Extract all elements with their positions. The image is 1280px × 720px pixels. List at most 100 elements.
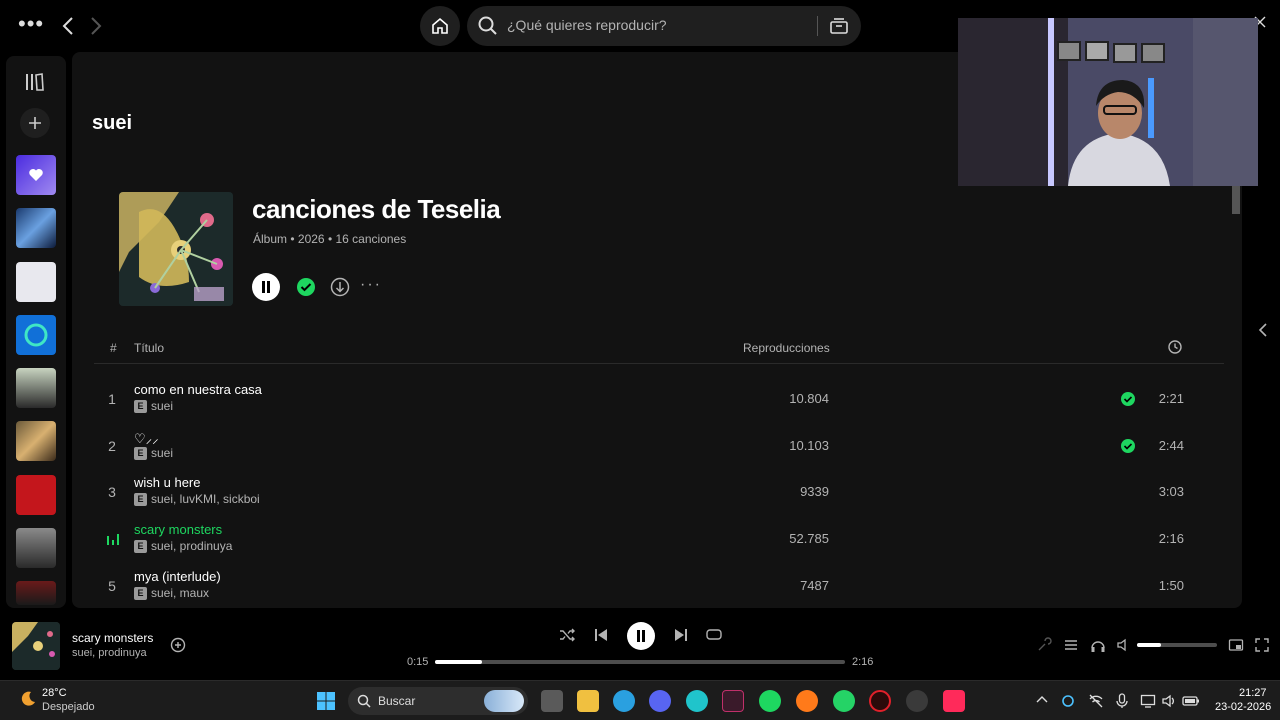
app-icon[interactable] (722, 690, 744, 712)
taskbar-search[interactable]: Buscar (348, 687, 528, 715)
battery-icon[interactable] (1182, 693, 1200, 709)
progress-bar[interactable] (435, 660, 845, 664)
back-arrow-icon[interactable] (58, 12, 78, 40)
search-placeholder: ¿Qué quieres reproducir? (507, 17, 667, 33)
clock-date[interactable]: 23-02-2026 (1215, 701, 1271, 713)
track-title[interactable]: wish u here (134, 475, 200, 490)
track-artist-text[interactable]: suei, maux (151, 586, 209, 600)
library-icon[interactable] (24, 72, 46, 92)
now-playing-title[interactable]: scary monsters (72, 631, 153, 645)
home-button[interactable] (420, 6, 460, 46)
now-playing-artists[interactable]: suei, prodinuya (72, 647, 147, 659)
search-bar[interactable]: ¿Qué quieres reproducir? (467, 6, 861, 46)
track-artists: Esuei (134, 399, 173, 413)
track-artists: Esuei, prodinuya (134, 539, 232, 553)
speaker-icon[interactable] (1161, 693, 1177, 709)
add-to-library-icon[interactable] (170, 637, 186, 653)
track-artist-text[interactable]: suei, prodinuya (151, 539, 232, 553)
previous-icon[interactable] (593, 627, 609, 643)
create-button[interactable] (20, 108, 50, 138)
liked-songs-thumb[interactable] (16, 155, 56, 195)
download-icon[interactable] (326, 273, 354, 301)
app-icon[interactable] (906, 690, 928, 712)
track-duration: 2:21 (1158, 391, 1184, 406)
mini-player-icon[interactable] (1228, 637, 1244, 653)
queue-icon[interactable] (1063, 637, 1079, 653)
track-title[interactable]: como en nuestra casa (134, 382, 262, 397)
more-options-icon[interactable]: ··· (360, 276, 382, 294)
fullscreen-icon[interactable] (1254, 637, 1270, 653)
sync-icon[interactable] (1060, 693, 1076, 709)
track-duration: 1:50 (1158, 578, 1184, 593)
shuffle-icon[interactable] (559, 627, 575, 643)
task-view-icon[interactable] (541, 690, 563, 712)
track-title[interactable]: mya (interlude) (134, 569, 221, 584)
pause-button[interactable] (252, 273, 280, 301)
playlist-thumb[interactable] (16, 262, 56, 302)
table-row[interactable]: scary monsters Esuei, prodinuya 52.785 2… (94, 517, 1224, 563)
track-title[interactable]: ♡⸝⸝ (134, 429, 159, 447)
playlist-thumb[interactable] (16, 475, 56, 515)
play-pause-button[interactable] (627, 622, 655, 650)
whatsapp-icon[interactable] (833, 690, 855, 712)
display-icon[interactable] (1140, 693, 1156, 709)
search-highlight-image (484, 690, 524, 712)
mic-lyrics-icon[interactable] (1036, 637, 1052, 653)
album-song-count: 16 canciones (335, 232, 407, 246)
scrollbar[interactable] (1232, 186, 1240, 214)
total-time: 2:16 (852, 656, 874, 668)
table-row[interactable]: 5 mya (interlude) Esuei, maux 7487 1:50 (94, 564, 1224, 608)
table-row[interactable]: 3 wish u here Esuei, luvKMI, sickboi 933… (94, 470, 1224, 516)
track-number: 5 (108, 578, 116, 594)
pause-icon (262, 281, 270, 293)
playlist-thumb[interactable] (16, 581, 56, 605)
table-row[interactable]: 2 ♡⸝⸝ Esuei 10.103 2:44 (94, 424, 1224, 470)
windows-start-icon[interactable] (316, 691, 336, 711)
network-off-icon[interactable] (1088, 693, 1104, 709)
track-artist-text[interactable]: suei (151, 399, 173, 413)
track-plays: 10.804 (789, 391, 829, 406)
album-type: Álbum (253, 232, 288, 246)
table-row[interactable]: 1 como en nuestra casa Esuei 10.804 2:21 (94, 377, 1224, 423)
opera-gx-icon[interactable] (869, 690, 891, 712)
artist-name[interactable]: suei (92, 112, 132, 135)
menu-dots-icon[interactable]: ••• (18, 13, 44, 35)
volume-slider[interactable] (1137, 643, 1217, 647)
tiktok-icon[interactable] (943, 690, 965, 712)
firefox-icon[interactable] (796, 690, 818, 712)
spotify-icon[interactable] (759, 690, 781, 712)
heart-icon (29, 169, 43, 181)
player-bar: scary monsters suei, prodinuya 0:15 2:16 (0, 612, 1280, 680)
chevron-left-icon[interactable] (1257, 322, 1269, 338)
browse-icon[interactable] (829, 16, 849, 36)
dj-thumb[interactable] (16, 315, 56, 355)
track-number: 3 (108, 484, 116, 500)
microphone-icon[interactable] (1115, 693, 1129, 709)
track-title[interactable]: scary monsters (134, 522, 222, 537)
telegram-icon[interactable] (613, 690, 635, 712)
plus-icon (29, 117, 41, 129)
volume-icon[interactable] (1116, 637, 1132, 653)
weather-moon-icon[interactable] (18, 689, 38, 709)
forward-arrow-icon[interactable] (86, 12, 106, 40)
now-playing-cover[interactable] (12, 622, 60, 670)
track-artist-text[interactable]: suei (151, 446, 173, 460)
track-artist-text[interactable]: suei, luvKMI, sickboi (151, 492, 260, 506)
saved-check-icon[interactable] (292, 273, 320, 301)
playlist-thumb[interactable] (16, 368, 56, 408)
playlist-thumb[interactable] (16, 208, 56, 248)
webcam-feed (958, 18, 1258, 186)
discord-icon[interactable] (649, 690, 671, 712)
playlist-thumb[interactable] (16, 528, 56, 568)
windows-taskbar: 28°C Despejado Buscar 21:27 23-02-2026 (0, 680, 1280, 720)
current-time: 0:15 (407, 656, 429, 668)
repeat-icon[interactable] (706, 627, 722, 643)
canva-icon[interactable] (686, 690, 708, 712)
clock-time[interactable]: 21:27 (1239, 687, 1267, 699)
connect-device-icon[interactable] (1090, 637, 1106, 653)
file-explorer-icon[interactable] (577, 690, 599, 712)
playlist-thumb[interactable] (16, 421, 56, 461)
next-icon[interactable] (673, 627, 689, 643)
chevron-up-icon[interactable] (1036, 693, 1048, 707)
library-sidebar (6, 56, 66, 608)
